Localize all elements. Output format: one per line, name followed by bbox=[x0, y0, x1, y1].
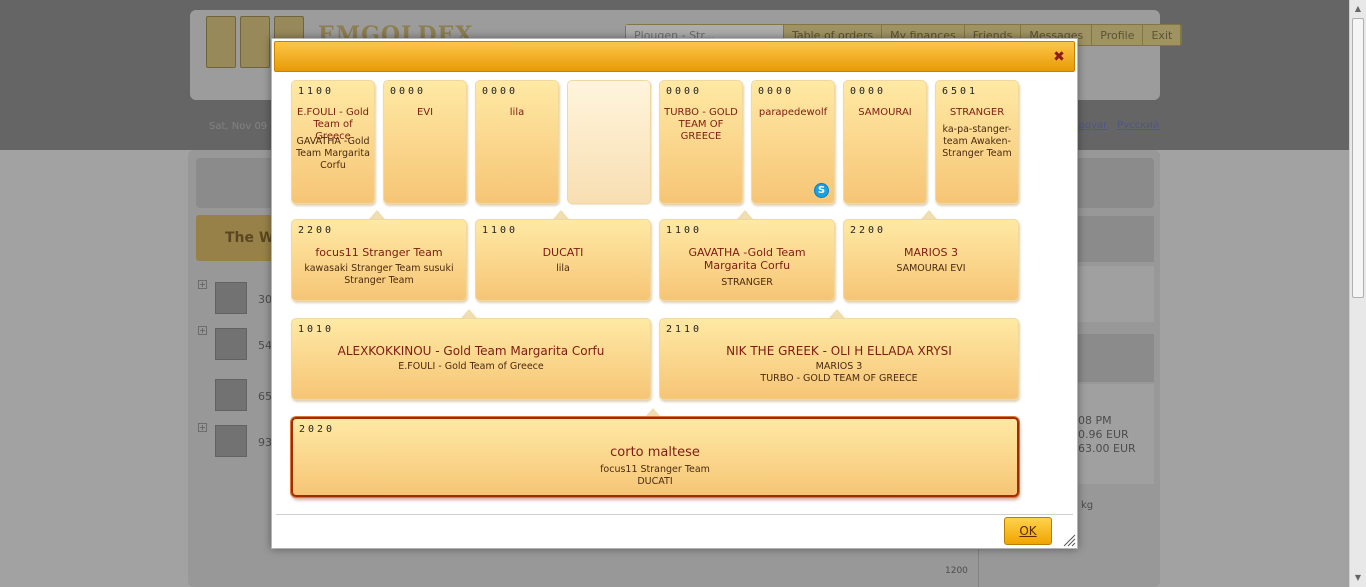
player-name: parapedewolf bbox=[758, 107, 828, 118]
player-name: SAMOURAI bbox=[858, 107, 912, 118]
bracket-connector bbox=[461, 309, 477, 318]
final-match-box: 2020 corto maltese focus11 Stranger Team… bbox=[291, 417, 1019, 497]
dialog-titlebar[interactable]: ✖ bbox=[274, 41, 1075, 72]
match-box: 0000 SAMOURAI bbox=[843, 80, 927, 204]
match-score: 0000 bbox=[758, 86, 795, 97]
match-score: 2200 bbox=[850, 225, 887, 236]
match-box: 2110 NIK THE GREEK - OLI H ELLADA XRYSI … bbox=[659, 318, 1019, 400]
match-box: 2200 MARIOS 3 SAMOURAI EVI bbox=[843, 219, 1019, 301]
opponent-name: focus11 Stranger Team bbox=[600, 464, 710, 475]
opponent-name: MARIOS 3 bbox=[815, 361, 863, 372]
match-score: 0000 bbox=[482, 86, 519, 97]
player-name: NIK THE GREEK - OLI H ELLADA XRYSI bbox=[726, 344, 952, 358]
opponent-name: E.FOULI - Gold Team of Greece bbox=[398, 361, 544, 372]
match-score: 1010 bbox=[298, 324, 335, 335]
opponent-name: ka-pa-stanger-team Awaken-Stranger Team bbox=[942, 124, 1012, 159]
bracket: 1100 E.FOULI - Gold Team of Greece GAVAT… bbox=[274, 75, 1075, 515]
match-score: 1100 bbox=[482, 225, 519, 236]
opponent-name: kawasaki Stranger Team susuki Stranger T… bbox=[304, 263, 454, 286]
match-score: 2020 bbox=[299, 424, 336, 435]
opponent-name: lila bbox=[556, 263, 570, 274]
bracket-connector bbox=[369, 210, 385, 219]
resize-grip-icon[interactable] bbox=[1062, 533, 1076, 547]
player-name: MARIOS 3 bbox=[903, 246, 959, 259]
page-scrollbar[interactable]: ▲ ▼ bbox=[1349, 0, 1366, 587]
winner-name: corto maltese bbox=[610, 445, 700, 460]
match-box: 0000 TURBO - GOLD TEAM OF GREECE bbox=[659, 80, 743, 204]
player-name: ALEXKOKKINOU - Gold Team Margarita Corfu bbox=[337, 344, 605, 358]
match-score: 2200 bbox=[298, 225, 335, 236]
bracket-connector bbox=[829, 309, 845, 318]
match-box: 1100 E.FOULI - Gold Team of Greece GAVAT… bbox=[291, 80, 375, 204]
opponent-name: STRANGER bbox=[721, 277, 773, 288]
dialog-separator bbox=[276, 514, 1073, 515]
player-name: EVI bbox=[416, 107, 434, 118]
scroll-up-icon[interactable]: ▲ bbox=[1352, 3, 1364, 15]
match-box: 1100 DUCATI lila bbox=[475, 219, 651, 301]
match-box: 0000 EVI bbox=[383, 80, 467, 204]
match-score: 1100 bbox=[298, 86, 335, 97]
bracket-connector bbox=[553, 210, 569, 219]
scroll-down-icon[interactable]: ▼ bbox=[1352, 572, 1364, 584]
match-box: 0000 parapedewolf S bbox=[751, 80, 835, 204]
match-score: 0000 bbox=[850, 86, 887, 97]
skype-icon[interactable]: S bbox=[814, 183, 829, 198]
scrollbar-thumb[interactable] bbox=[1352, 18, 1364, 298]
close-icon[interactable]: ✖ bbox=[1052, 50, 1066, 64]
match-box: 2200 focus11 Stranger Team kawasaki Stra… bbox=[291, 219, 467, 301]
bracket-connector bbox=[645, 408, 661, 417]
match-score: 0000 bbox=[666, 86, 703, 97]
tournament-bracket-dialog: ✖ 1100 E.FOULI - Gold Team of Greece GAV… bbox=[271, 38, 1078, 549]
opponent-name: SAMOURAI EVI bbox=[896, 263, 966, 274]
ok-button[interactable]: OK bbox=[1004, 517, 1052, 545]
player-name: focus11 Stranger Team bbox=[315, 246, 443, 259]
opponent-name: GAVATHA -Gold Team Margarita Corfu bbox=[296, 136, 370, 171]
match-score: 1100 bbox=[666, 225, 703, 236]
opponent-name: DUCATI bbox=[637, 476, 673, 487]
match-box: 1010 ALEXKOKKINOU - Gold Team Margarita … bbox=[291, 318, 651, 400]
bracket-connector bbox=[737, 210, 753, 219]
bracket-connector bbox=[921, 210, 937, 219]
match-score: 6501 bbox=[942, 86, 979, 97]
match-score: 2110 bbox=[666, 324, 703, 335]
match-box: 0000 lila bbox=[475, 80, 559, 204]
player-name: DUCATI bbox=[542, 246, 584, 259]
match-box: 1100 GAVATHA -Gold Team Margarita Corfu … bbox=[659, 219, 835, 301]
match-box-empty bbox=[567, 80, 651, 204]
match-box: 6501 STRANGER ka-pa-stanger-team Awaken-… bbox=[935, 80, 1019, 204]
player-name: GAVATHA -Gold Team Margarita Corfu bbox=[688, 246, 806, 272]
player-name: TURBO - GOLD TEAM OF GREECE bbox=[664, 107, 738, 142]
opponent-name: TURBO - GOLD TEAM OF GREECE bbox=[760, 373, 918, 384]
match-score: 0000 bbox=[390, 86, 427, 97]
player-name: STRANGER bbox=[949, 107, 1005, 118]
player-name: lila bbox=[509, 107, 525, 118]
